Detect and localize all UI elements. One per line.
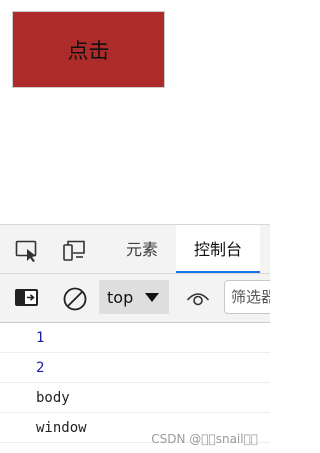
- context-select[interactable]: top: [99, 280, 169, 314]
- context-value: top: [107, 287, 134, 307]
- tab-console[interactable]: 控制台: [176, 225, 260, 273]
- device-toggle-icon[interactable]: [62, 239, 88, 263]
- click-button[interactable]: 点击: [12, 11, 165, 88]
- csdn-watermark: CSDN @  snail  : [151, 432, 258, 446]
- sidebar-toggle-icon[interactable]: [14, 287, 40, 313]
- tab-elements[interactable]: 元素: [112, 225, 172, 273]
- filter-input[interactable]: [224, 280, 270, 314]
- devtools-panel: 元素 控制台 top: [0, 224, 270, 453]
- page: 点击 元素 控制台 top 筛选器 1 2 body window CSDN @…: [0, 0, 270, 453]
- console-row: body: [0, 383, 270, 413]
- console-row: 2: [0, 353, 270, 383]
- console-toolbar: top: [0, 274, 270, 323]
- device-inspect-icon[interactable]: [15, 239, 41, 263]
- console-row: 1: [0, 323, 270, 353]
- console-output: 1 2 body window: [0, 323, 270, 443]
- chevron-down-icon: [145, 292, 160, 302]
- devtools-tabbar: 元素 控制台: [0, 225, 270, 274]
- clear-console-icon[interactable]: [62, 286, 88, 316]
- live-expression-eye-icon[interactable]: [186, 290, 210, 312]
